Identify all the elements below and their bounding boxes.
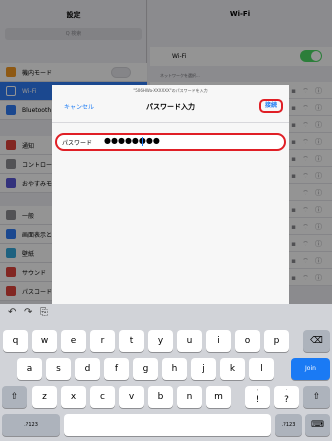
key-x[interactable]: x: [61, 386, 86, 408]
password-label: パスワード: [62, 140, 93, 147]
key-w[interactable]: w: [32, 330, 57, 352]
space-key[interactable]: [64, 414, 271, 436]
key-i[interactable]: i: [206, 330, 231, 352]
paste-icon[interactable]: ⎘: [40, 307, 48, 318]
key-t[interactable]: t: [119, 330, 144, 352]
key-m[interactable]: m: [206, 386, 231, 408]
key-h[interactable]: h: [162, 358, 187, 380]
key-c[interactable]: c: [90, 386, 115, 408]
key-d[interactable]: d: [75, 358, 100, 380]
password-dialog: "506HWa-XXXXXX"のパスワードを入力 キャンセル パスワード入力 接…: [52, 85, 289, 304]
key-z[interactable]: z: [32, 386, 57, 408]
join-key[interactable]: Join: [291, 358, 330, 380]
key-j[interactable]: j: [191, 358, 216, 380]
dialog-header: "506HWa-XXXXXX"のパスワードを入力 キャンセル パスワード入力 接…: [52, 85, 289, 123]
key-exclaim[interactable]: ,!: [245, 386, 270, 408]
key-n[interactable]: n: [177, 386, 202, 408]
key-question[interactable]: .?: [274, 386, 299, 408]
key-o[interactable]: o: [235, 330, 260, 352]
key-u[interactable]: u: [177, 330, 202, 352]
key-s[interactable]: s: [46, 358, 71, 380]
key-b[interactable]: b: [148, 386, 173, 408]
shift-key-left[interactable]: ⇧: [2, 386, 27, 408]
key-l[interactable]: l: [249, 358, 274, 380]
key-r[interactable]: r: [90, 330, 115, 352]
key-e[interactable]: e: [61, 330, 86, 352]
key-f[interactable]: f: [104, 358, 129, 380]
key-p[interactable]: p: [264, 330, 289, 352]
dialog-subtitle: "506HWa-XXXXXX"のパスワードを入力: [133, 88, 208, 93]
numbers-mode-key[interactable]: .?123: [2, 414, 60, 436]
backspace-key[interactable]: ⌫: [303, 330, 330, 352]
shift-key-right[interactable]: ⇧: [303, 386, 330, 408]
redo-icon[interactable]: ↷: [24, 307, 32, 318]
password-field[interactable]: パスワード ●●●●●●●●: [55, 133, 286, 151]
text-caret: [142, 137, 143, 146]
dismiss-keyboard-key[interactable]: ⌨: [305, 414, 330, 436]
password-input[interactable]: ●●●●●●●●: [104, 136, 160, 145]
key-g[interactable]: g: [133, 358, 158, 380]
key-v[interactable]: v: [119, 386, 144, 408]
keyboard: ↶ ↷ ⎘ qwertyuiop ⌫ asdfghjkl Join ⇧ zxcv…: [0, 304, 332, 441]
key-q[interactable]: q: [3, 330, 28, 352]
undo-icon[interactable]: ↶: [8, 307, 16, 318]
key-y[interactable]: y: [148, 330, 173, 352]
numbers-mode-key-right[interactable]: .?123: [275, 414, 302, 436]
dialog-title: パスワード入力: [146, 103, 195, 111]
key-k[interactable]: k: [220, 358, 245, 380]
keyboard-toolbar: ↶ ↷ ⎘: [0, 304, 332, 324]
join-button[interactable]: 接続: [259, 99, 283, 113]
key-a[interactable]: a: [17, 358, 42, 380]
